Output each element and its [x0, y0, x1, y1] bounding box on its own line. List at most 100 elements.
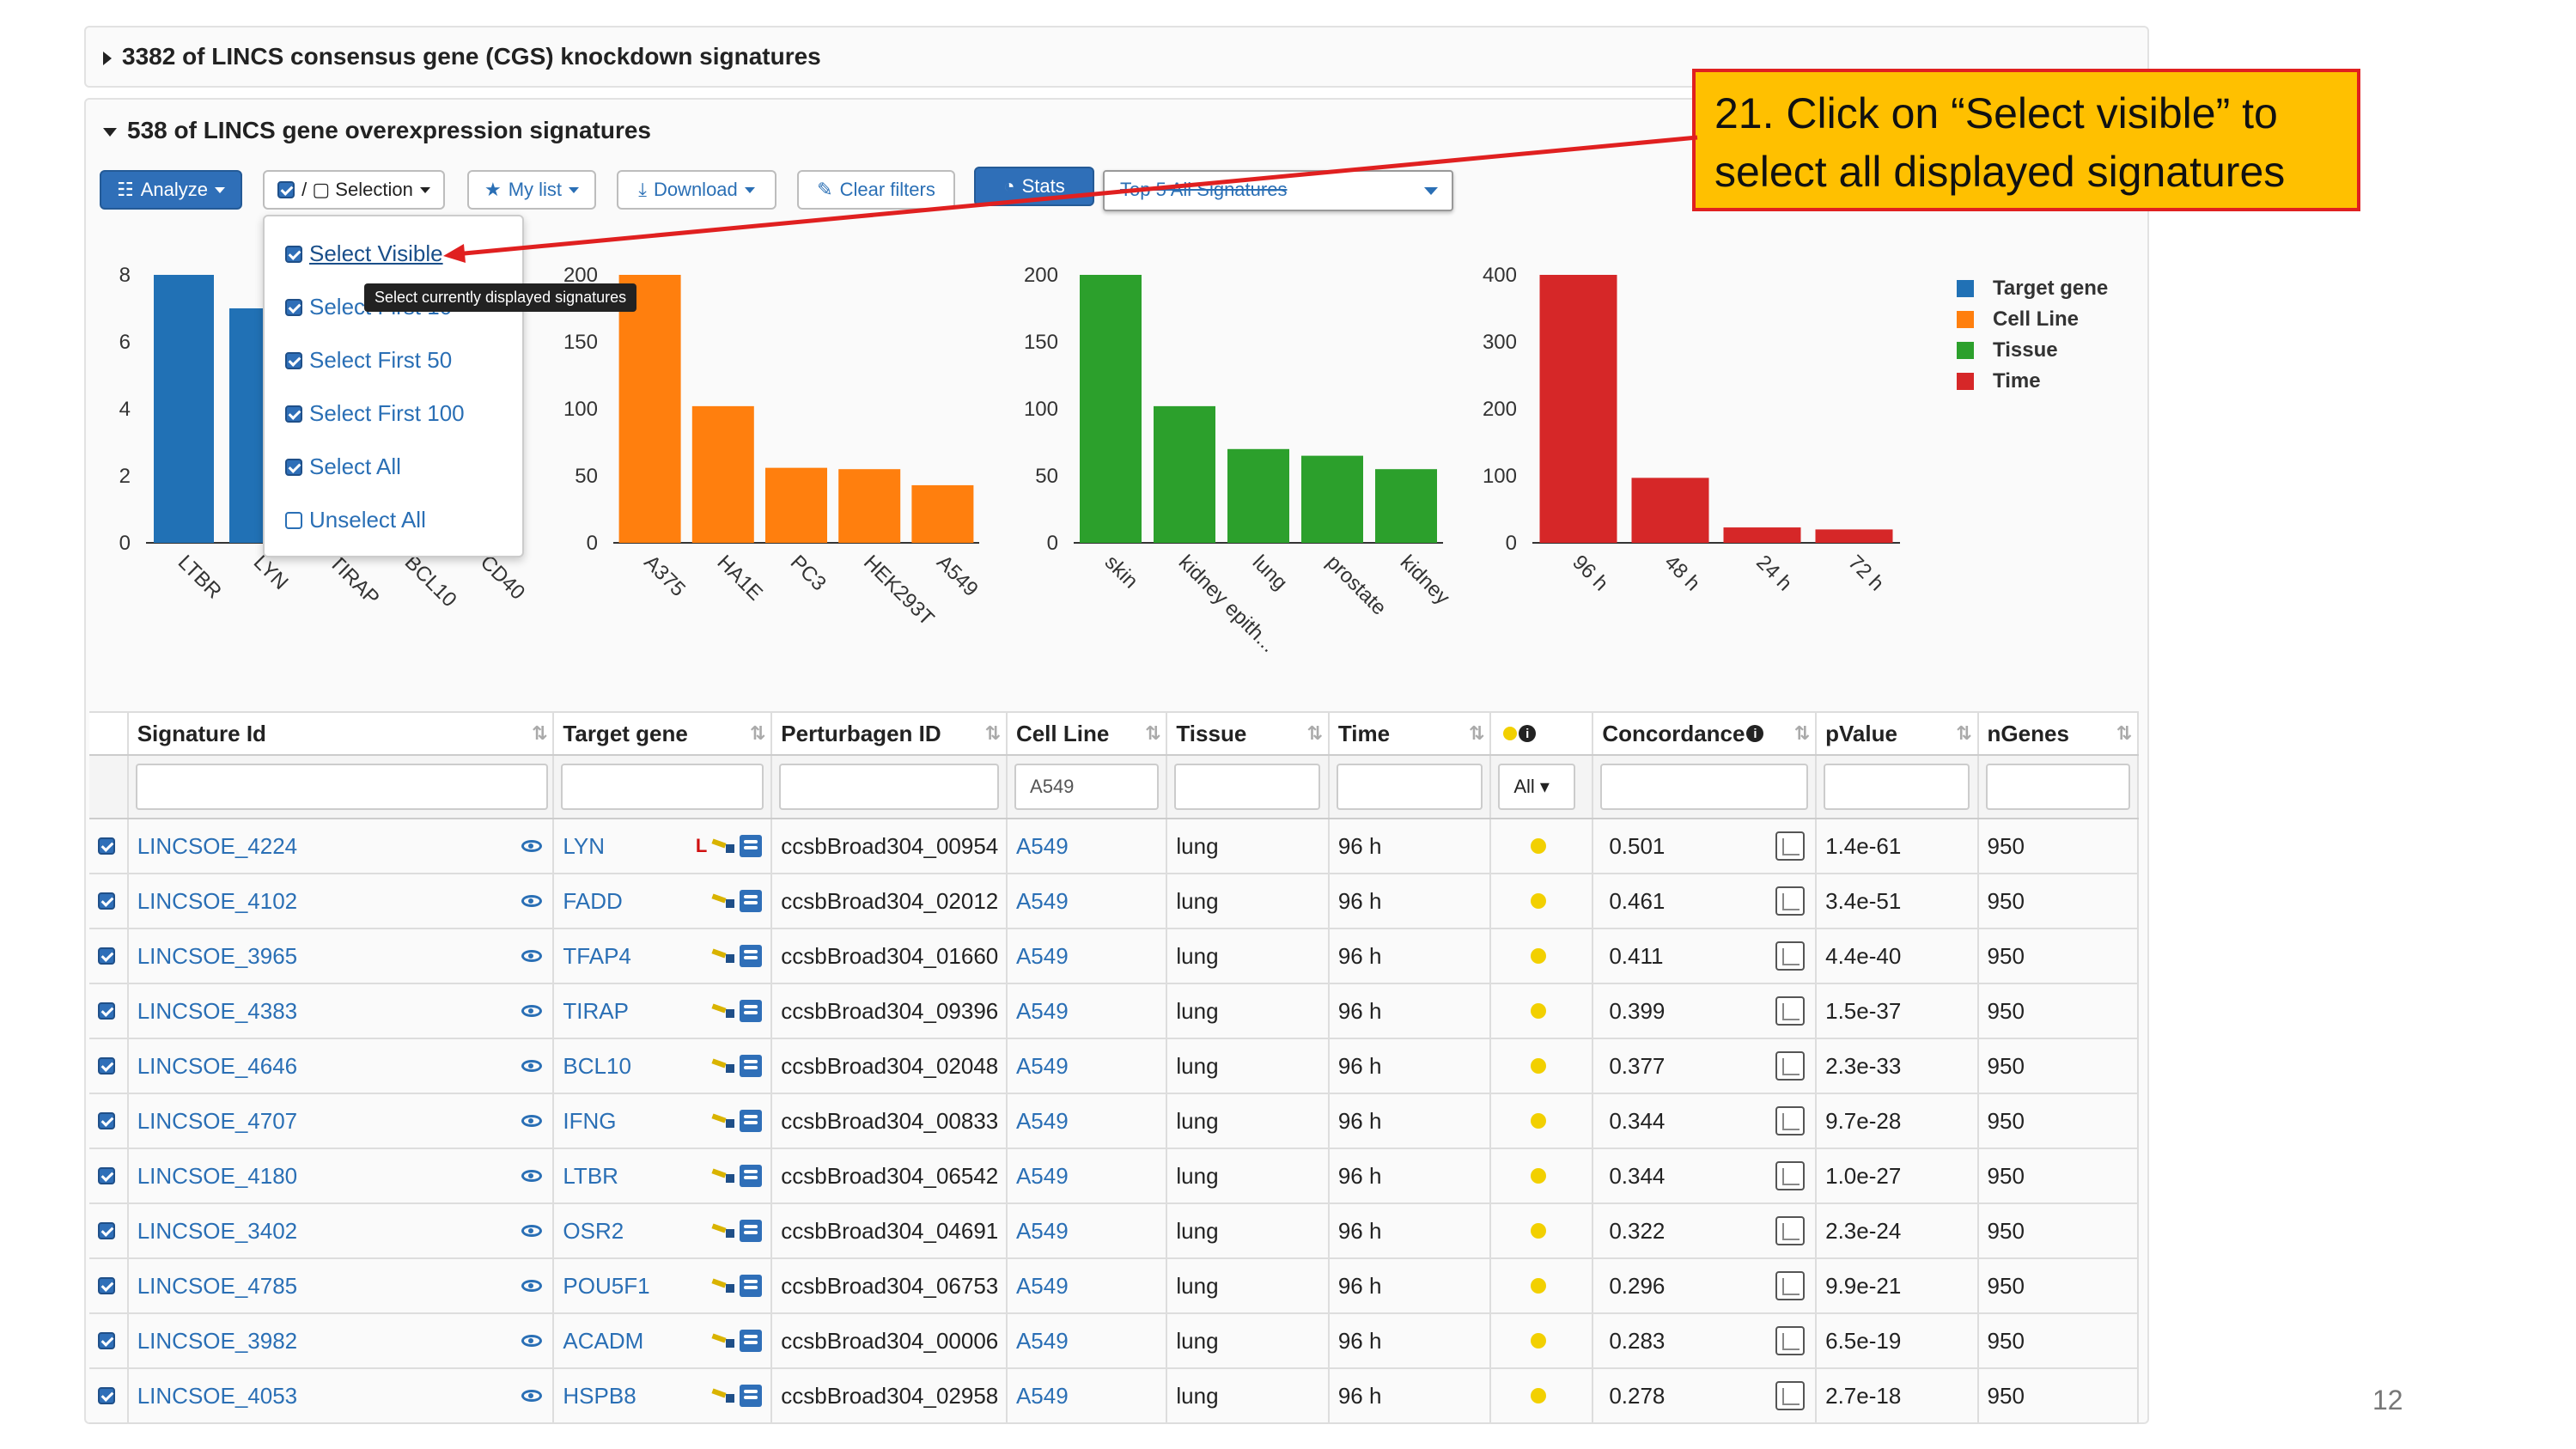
- cell-line-link[interactable]: A549: [1016, 943, 1069, 970]
- pathway-arrow-icon[interactable]: [712, 1334, 735, 1348]
- database-icon[interactable]: [740, 1385, 763, 1407]
- signature-id-link[interactable]: LINCSOE_4785: [137, 1273, 297, 1300]
- scatter-plot-icon[interactable]: [1775, 1106, 1806, 1135]
- eye-icon[interactable]: [521, 950, 543, 962]
- header-perturbagen-id[interactable]: Perturbagen ID ⇅: [772, 713, 1008, 754]
- pathway-arrow-icon[interactable]: [712, 1389, 735, 1403]
- eye-icon[interactable]: [521, 840, 543, 852]
- sort-icon[interactable]: ⇅: [985, 722, 1002, 745]
- eye-icon[interactable]: [521, 1170, 543, 1182]
- header-signature-id[interactable]: Signature Id ⇅: [129, 713, 555, 754]
- signature-id-link[interactable]: LINCSOE_3402: [137, 1218, 297, 1245]
- target-gene-link[interactable]: OSR2: [563, 1218, 624, 1245]
- eye-icon[interactable]: [521, 1005, 543, 1017]
- target-gene-link[interactable]: LTBR: [563, 1163, 618, 1190]
- filter-input[interactable]: [1824, 764, 1970, 810]
- header-cell-line[interactable]: Cell Line ⇅: [1008, 713, 1168, 754]
- clear-filters-button[interactable]: ✎ Clear filters: [797, 170, 955, 210]
- stats-type-select[interactable]: Top 5 All Signatures: [1103, 170, 1453, 211]
- row-checkbox[interactable]: [98, 1057, 115, 1075]
- target-gene-link[interactable]: TFAP4: [563, 943, 630, 970]
- legend-item[interactable]: Cell Line: [1957, 307, 2079, 332]
- pathway-arrow-icon[interactable]: [712, 1114, 735, 1128]
- sort-icon[interactable]: ⇅: [2116, 722, 2133, 745]
- signature-id-link[interactable]: LINCSOE_4646: [137, 1053, 297, 1080]
- sort-icon[interactable]: ⇅: [750, 722, 766, 745]
- overexpression-panel-title[interactable]: 538 of LINCS gene overexpression signatu…: [103, 117, 651, 144]
- selection-button[interactable]: / ▢ Selection: [263, 170, 445, 210]
- signature-id-link[interactable]: LINCSOE_3965: [137, 943, 297, 970]
- signature-id-link[interactable]: LINCSOE_4102: [137, 888, 297, 915]
- pathway-arrow-icon[interactable]: [712, 1169, 735, 1183]
- select-all-option[interactable]: Select All: [285, 454, 401, 480]
- signature-id-link[interactable]: LINCSOE_4224: [137, 833, 297, 860]
- cell-line-link[interactable]: A549: [1016, 1108, 1069, 1135]
- eye-icon[interactable]: [521, 1390, 543, 1402]
- database-icon[interactable]: [740, 1165, 763, 1187]
- my-list-button[interactable]: ★ My list: [467, 170, 596, 210]
- sort-icon[interactable]: ⇅: [532, 722, 548, 745]
- target-gene-link[interactable]: ACADM: [563, 1328, 643, 1355]
- target-gene-link[interactable]: TIRAP: [563, 998, 629, 1025]
- signature-id-link[interactable]: LINCSOE_4707: [137, 1108, 297, 1135]
- filter-input[interactable]: [1600, 764, 1809, 810]
- database-icon[interactable]: [740, 1220, 763, 1242]
- database-icon[interactable]: [740, 1110, 763, 1132]
- pathway-arrow-icon[interactable]: [712, 949, 735, 963]
- eye-icon[interactable]: [521, 1280, 543, 1292]
- pathway-arrow-icon[interactable]: [712, 894, 735, 908]
- eye-icon[interactable]: [521, 1115, 543, 1127]
- row-checkbox[interactable]: [98, 837, 115, 855]
- row-checkbox[interactable]: [98, 1167, 115, 1184]
- filter-input[interactable]: [135, 764, 548, 810]
- eye-icon[interactable]: [521, 1060, 543, 1072]
- pathway-arrow-icon[interactable]: [712, 1279, 735, 1293]
- filter-input[interactable]: [1985, 764, 2130, 810]
- scatter-plot-icon[interactable]: [1775, 1161, 1806, 1190]
- row-checkbox[interactable]: [98, 1112, 115, 1129]
- row-checkbox[interactable]: [98, 947, 115, 965]
- pathway-arrow-icon[interactable]: [712, 1004, 735, 1018]
- database-icon[interactable]: [740, 1275, 763, 1297]
- filter-input[interactable]: [561, 764, 764, 810]
- download-button[interactable]: ⤓ Download: [617, 170, 776, 210]
- signature-id-link[interactable]: LINCSOE_4053: [137, 1383, 297, 1409]
- unselect-all-option[interactable]: Unselect All: [285, 507, 426, 533]
- header-pvalue[interactable]: pValue ⇅: [1817, 713, 1979, 754]
- target-gene-link[interactable]: FADD: [563, 888, 622, 915]
- sort-icon[interactable]: ⇅: [1956, 722, 1972, 745]
- header-tissue[interactable]: Tissue ⇅: [1167, 713, 1330, 754]
- cell-line-link[interactable]: A549: [1016, 1273, 1069, 1300]
- pathway-arrow-icon[interactable]: [712, 1059, 735, 1073]
- legend-item[interactable]: Time: [1957, 369, 2041, 393]
- target-gene-link[interactable]: POU5F1: [563, 1273, 649, 1300]
- cell-line-link[interactable]: A549: [1016, 888, 1069, 915]
- filter-input[interactable]: [779, 764, 1000, 810]
- sort-icon[interactable]: ⇅: [1794, 722, 1811, 745]
- scatter-plot-icon[interactable]: [1775, 1326, 1806, 1355]
- cell-line-link[interactable]: A549: [1016, 1218, 1069, 1245]
- header-target-gene[interactable]: Target gene ⇅: [554, 713, 773, 754]
- target-gene-link[interactable]: LYN: [563, 833, 605, 860]
- row-checkbox[interactable]: [98, 892, 115, 910]
- sort-icon[interactable]: ⇅: [1145, 722, 1161, 745]
- eye-icon[interactable]: [521, 1335, 543, 1347]
- dot-filter-dropdown[interactable]: All ▾: [1498, 764, 1576, 810]
- sort-icon[interactable]: ⇅: [1306, 722, 1323, 745]
- select-visible-option[interactable]: Select Visible: [285, 240, 443, 267]
- scatter-plot-icon[interactable]: [1775, 886, 1806, 916]
- legend-item[interactable]: Target gene: [1957, 277, 2108, 301]
- header-time[interactable]: Time ⇅: [1330, 713, 1492, 754]
- knockdown-panel-title[interactable]: 3382 of LINCS consensus gene (CGS) knock…: [103, 43, 821, 70]
- cell-line-link[interactable]: A549: [1016, 998, 1069, 1025]
- pathway-arrow-icon[interactable]: [712, 1224, 735, 1238]
- target-gene-link[interactable]: IFNG: [563, 1108, 616, 1135]
- header-dot[interactable]: i: [1491, 713, 1594, 754]
- database-icon[interactable]: [740, 1055, 763, 1077]
- cell-line-link[interactable]: A549: [1016, 1383, 1069, 1409]
- row-checkbox[interactable]: [98, 1332, 115, 1349]
- database-icon[interactable]: [740, 835, 763, 857]
- row-checkbox[interactable]: [98, 1002, 115, 1020]
- signature-id-link[interactable]: LINCSOE_4180: [137, 1163, 297, 1190]
- select-first-50-option[interactable]: Select First 50: [285, 347, 452, 374]
